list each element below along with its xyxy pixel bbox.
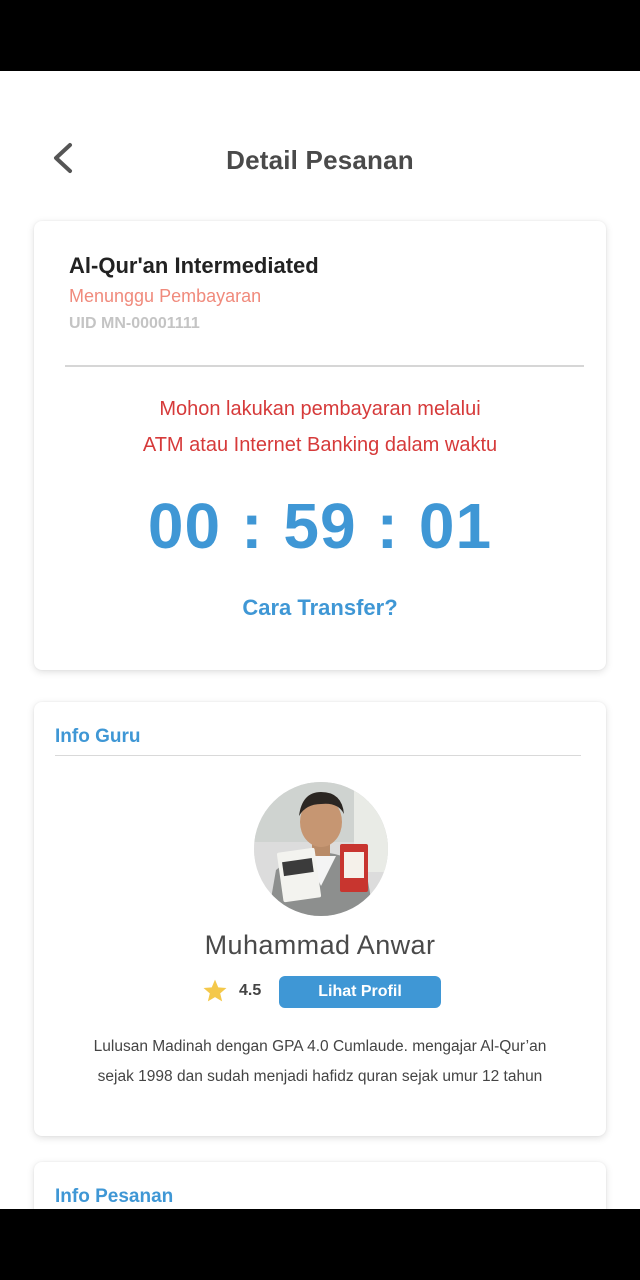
bio-line-1: Lulusan Madinah dengan GPA 4.0 Cumlaude.… — [93, 1038, 547, 1055]
star-icon — [203, 979, 227, 1002]
status-bar — [0, 0, 640, 71]
instruction-line-2: ATM atau Internet Banking dalam waktu — [142, 434, 498, 456]
countdown-separator: : — [241, 490, 264, 562]
avatar-photo — [254, 782, 388, 916]
teacher-avatar — [254, 782, 388, 916]
course-title: Al-Qur'an Intermediated — [69, 253, 319, 278]
view-profile-button[interactable]: Lihat Profil — [279, 976, 441, 1008]
countdown-seconds: 01 — [418, 490, 493, 562]
app-screen: Detail Pesanan Al-Qur'an Intermediated M… — [0, 71, 640, 1209]
order-info-card: Info Pesanan — [34, 1162, 606, 1209]
instruction-line-1: Mohon lakukan pembayaran melalui — [159, 398, 481, 420]
countdown-hours: 00 — [147, 490, 222, 562]
countdown-timer: 00:59:01 — [34, 489, 606, 563]
teacher-name: Muhammad Anwar — [204, 930, 436, 960]
payment-card: Al-Qur'an Intermediated Menunggu Pembaya… — [34, 221, 606, 670]
divider — [55, 755, 581, 756]
section-title-teacher: Info Guru — [55, 726, 141, 747]
bio-line-2: sejak 1998 dan sudah menjadi hafidz qura… — [97, 1068, 543, 1085]
countdown-separator: : — [376, 490, 399, 562]
teacher-rating: 4.5 — [239, 982, 262, 999]
section-title-order: Info Pesanan — [55, 1186, 174, 1207]
countdown-minutes: 59 — [283, 490, 357, 562]
teacher-info-card: Info Guru Muhammad Anwar 4.5 Lihat Profi… — [34, 702, 606, 1136]
how-to-transfer-link[interactable]: Cara Transfer? — [34, 595, 606, 621]
page-title: Detail Pesanan — [226, 145, 414, 175]
order-status: Menunggu Pembayaran — [69, 286, 262, 306]
order-uid: UID MN-00001111 — [69, 315, 200, 332]
divider — [65, 365, 584, 367]
navigation-bar — [0, 1209, 640, 1280]
teacher-bio: Lulusan Madinah dengan GPA 4.0 Cumlaude.… — [64, 1032, 576, 1092]
payment-instruction: Mohon lakukan pembayaran melalui ATM ata… — [34, 391, 606, 463]
header: Detail Pesanan — [0, 131, 640, 191]
